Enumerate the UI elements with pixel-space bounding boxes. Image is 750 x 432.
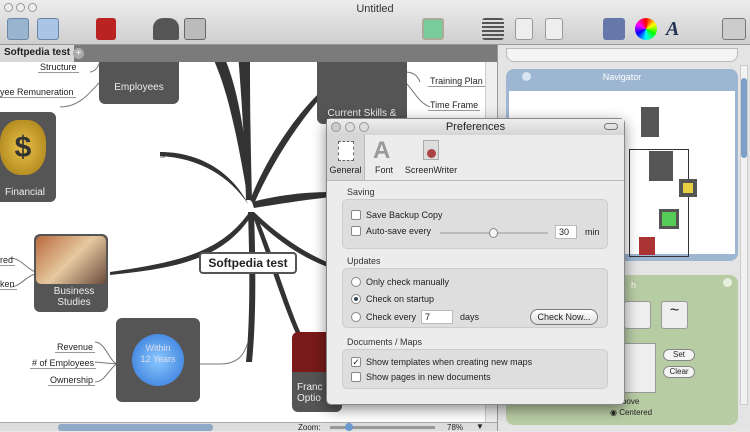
radio-centered[interactable]: ◉ Centered	[610, 408, 652, 417]
colors-icon[interactable]	[635, 18, 657, 40]
saving-group: Save Backup Copy Auto-save every 30 min	[342, 199, 608, 249]
expand-icon[interactable]	[723, 278, 732, 287]
node-business-studies[interactable]: Business Studies	[34, 234, 108, 312]
preview-node	[659, 209, 679, 229]
dialog-minimize-button[interactable]	[345, 122, 355, 132]
toolbar-toggle-button[interactable]	[604, 123, 618, 130]
image-icon[interactable]	[422, 18, 444, 40]
print-icon[interactable]	[722, 18, 746, 40]
node-within-12-years[interactable]: Within 12 Years	[116, 318, 200, 402]
central-topic[interactable]: Softpedia test	[199, 252, 297, 274]
radio-check-every[interactable]: Check every 7 days	[351, 310, 479, 324]
preview-node	[649, 151, 673, 181]
contacts-icon[interactable]	[184, 18, 206, 40]
bottom-bar: Zoom: 78% ▼	[0, 422, 497, 432]
updates-label: Updates	[347, 256, 381, 266]
book-icon[interactable]	[96, 18, 116, 40]
align-icon[interactable]	[482, 18, 504, 40]
image-well[interactable]	[624, 343, 656, 393]
horizontal-scrollbar[interactable]	[58, 424, 213, 431]
leaf-employees-count[interactable]: # of Employees	[30, 358, 97, 369]
check-now-button[interactable]: Check Now...	[530, 309, 598, 325]
documents-maps-label: Documents / Maps	[347, 337, 423, 347]
leaf-red[interactable]: red	[0, 255, 16, 266]
classroom-image	[36, 236, 106, 284]
window-title: Untitled	[356, 3, 394, 15]
leaf-ken[interactable]: ken	[0, 279, 17, 290]
tab-screenwriter[interactable]: ScreenWriter	[403, 135, 459, 180]
preview-node	[641, 107, 659, 137]
node-employees[interactable]: Employees	[99, 62, 179, 104]
leaf-ownership[interactable]: Ownership	[48, 375, 96, 386]
general-icon	[338, 141, 354, 161]
dialog-titlebar: Preferences	[327, 119, 624, 135]
radio-only-manually[interactable]: Only check manually	[351, 277, 449, 287]
media-icon[interactable]	[603, 18, 625, 40]
style-panel-title: h	[631, 280, 637, 290]
font-icon: A	[373, 137, 391, 164]
leaf-training-plan[interactable]: Training Plan	[428, 76, 485, 87]
checkbox[interactable]	[351, 372, 361, 382]
node-current-skills[interactable]: Current Skills &	[317, 62, 407, 124]
autosave-checkbox[interactable]: Auto-save every	[351, 226, 431, 236]
people-icon[interactable]	[153, 18, 179, 40]
show-templates-checkbox[interactable]: ✓ Show templates when creating new maps	[351, 357, 532, 367]
minutes-unit-label: min	[585, 227, 600, 237]
preview-node	[679, 179, 697, 197]
radio[interactable]	[351, 277, 361, 287]
zoom-slider-thumb[interactable]	[345, 423, 353, 431]
window-titlebar: Untitled A	[0, 0, 750, 45]
prefs-toolbar: General A Font ScreenWriter	[327, 135, 624, 181]
autosave-slider[interactable]	[440, 228, 548, 238]
add-tab-button[interactable]: +	[73, 48, 84, 59]
line-wave-style-button[interactable]: ~	[661, 301, 688, 329]
node-financial[interactable]: $ Financial	[0, 112, 56, 202]
layout-alt-icon[interactable]	[37, 18, 59, 40]
screenwriter-icon	[423, 140, 439, 160]
zoom-menu-icon[interactable]: ▼	[476, 422, 484, 431]
preferences-dialog: Preferences General A Font ScreenWriter …	[326, 118, 625, 405]
zoom-slider[interactable]	[330, 423, 435, 431]
checkbox-checked[interactable]: ✓	[351, 357, 361, 367]
leaf-revenue[interactable]: Revenue	[55, 342, 96, 353]
tab-softpedia-test[interactable]: Softpedia test	[0, 45, 75, 62]
tab-general[interactable]: General	[327, 135, 365, 180]
leaf-time-frame[interactable]: Time Frame	[428, 100, 481, 111]
radio[interactable]	[351, 312, 361, 322]
collapse-icon[interactable]	[522, 72, 531, 81]
checkbox[interactable]	[351, 226, 361, 236]
preview-node	[639, 237, 655, 255]
autosave-slider-thumb[interactable]	[488, 228, 498, 238]
tab-bar: Softpedia test +	[0, 45, 497, 62]
show-pages-checkbox[interactable]: Show pages in new documents	[351, 372, 491, 382]
leaf-structure[interactable]: Structure	[38, 62, 79, 73]
inspector-toolbar	[506, 48, 738, 62]
checkbox[interactable]	[351, 210, 361, 220]
set-button[interactable]: Set	[663, 349, 695, 361]
save-backup-checkbox[interactable]: Save Backup Copy	[351, 210, 443, 220]
radio[interactable]	[351, 294, 361, 304]
fonts-icon[interactable]: A	[666, 18, 688, 40]
export-icon[interactable]	[515, 18, 533, 40]
scroll-thumb[interactable]	[741, 78, 747, 158]
inspector-scrollbar[interactable]	[740, 65, 748, 405]
clear-button[interactable]: Clear	[663, 366, 695, 378]
money-bag-icon: $	[0, 120, 46, 175]
radio-check-on-startup[interactable]: Check on startup	[351, 294, 434, 304]
leaf-remuneration[interactable]: yee Remuneration	[0, 87, 76, 98]
tab-font[interactable]: A Font	[367, 135, 401, 180]
export-alt-icon[interactable]	[545, 18, 563, 40]
layout-icon[interactable]	[7, 18, 29, 40]
documents-group: ✓ Show templates when creating new maps S…	[342, 349, 608, 389]
navigator-title: Navigator	[602, 72, 642, 82]
dialog-title: Preferences	[445, 121, 506, 133]
check-interval-input[interactable]: 7	[421, 310, 454, 324]
saving-label: Saving	[347, 187, 375, 197]
updates-group: Only check manually Check on startup Che…	[342, 268, 608, 328]
dialog-window-controls	[331, 122, 369, 132]
dialog-zoom-button[interactable]	[359, 122, 369, 132]
line-curve-style-button[interactable]	[624, 301, 651, 329]
dialog-close-button[interactable]	[331, 122, 341, 132]
autosave-minutes-input[interactable]: 30	[555, 225, 577, 239]
